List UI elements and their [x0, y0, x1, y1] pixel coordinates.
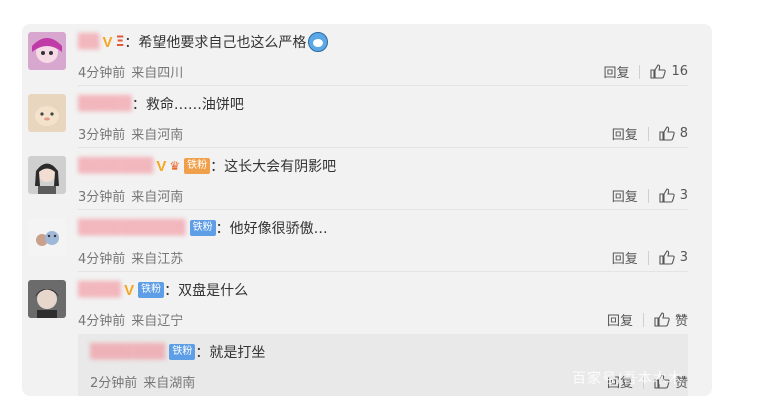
divider — [647, 250, 649, 265]
comment-time: 3分钟前 — [78, 190, 126, 205]
like-count: 16 — [671, 64, 688, 79]
thumbs-up-icon — [650, 64, 667, 79]
reply-location: 来自湖南 — [143, 376, 196, 391]
comment-header: ▒▒▒▒ V 铁粉 ：双盘是什么 — [78, 280, 248, 300]
thumbs-up-icon — [659, 126, 675, 141]
username[interactable]: ▒▒▒▒▒ — [78, 96, 132, 112]
like-button[interactable]: 16 — [650, 64, 688, 79]
comment-header: ▒▒▒▒▒▒▒ V ♛ 铁粉 ：这长大会有阴影吧 — [78, 156, 336, 176]
username[interactable]: ▒▒▒▒▒▒▒ — [90, 344, 165, 360]
level-badge-icon: Ξ — [115, 34, 125, 50]
watermark: 百家号/吾本木木 — [572, 371, 683, 387]
username[interactable]: ▒▒▒▒▒▒▒ — [78, 158, 153, 174]
fan-badge: 铁粉 — [189, 220, 216, 236]
comment-text: ：这长大会有阴影吧 — [210, 159, 337, 175]
like-count: 赞 — [674, 314, 688, 329]
comment-location: 来自河南 — [131, 190, 184, 205]
comment-location: 来自辽宁 — [131, 314, 184, 329]
like-count: 3 — [679, 188, 688, 203]
comment-location: 来自河南 — [131, 128, 184, 143]
avatar[interactable] — [28, 94, 66, 132]
comment-location: 来自江苏 — [131, 252, 184, 267]
divider — [639, 64, 641, 79]
comment-actions: 回复 赞 — [607, 310, 688, 329]
reply-header: ▒▒▒▒▒▒▒ 铁粉 ：就是打坐 — [90, 342, 265, 362]
comment-time: 4分钟前 — [78, 66, 126, 81]
avatar[interactable] — [28, 156, 66, 194]
comment-row: ▒▒ V Ξ ：希望他要求自己也这么严格 4分钟前 来自四川 回复 16 — [22, 24, 712, 86]
comment-meta: 4分钟前 来自江苏 — [78, 248, 183, 267]
comment-meta: 4分钟前 来自辽宁 — [78, 310, 183, 329]
comment-text: ：双盘是什么 — [164, 283, 249, 299]
divider — [647, 188, 649, 203]
vip-badge-icon: V — [156, 157, 167, 175]
username[interactable]: ▒▒ — [78, 34, 100, 50]
thumbs-up-icon — [659, 250, 675, 265]
like-button[interactable]: 3 — [659, 188, 688, 203]
comment-actions: 回复 16 — [603, 62, 688, 81]
reply-button[interactable]: 回复 — [603, 62, 629, 81]
comment-header: ▒▒▒▒▒▒▒▒▒▒ 铁粉 ：他好像很骄傲… — [78, 218, 328, 238]
fan-badge: 铁粉 — [184, 158, 211, 174]
crown-badge-icon: ♛ — [169, 159, 181, 173]
comment-actions: 回复 3 — [612, 186, 688, 205]
comment-text: ：他好像很骄傲… — [215, 221, 328, 237]
comment-actions: 回复 3 — [612, 248, 688, 267]
vip-badge-icon: V — [102, 33, 113, 51]
comment-location: 来自四川 — [131, 66, 184, 81]
comment-time: 4分钟前 — [78, 314, 126, 329]
comment-meta: 4分钟前 来自四川 — [78, 62, 183, 81]
comment-row: ▒▒▒▒▒▒▒ V ♛ 铁粉 ：这长大会有阴影吧 3分钟前 来自河南 回复 3 — [22, 148, 712, 210]
divider — [647, 126, 649, 141]
avatar[interactable] — [28, 280, 66, 318]
comment-actions: 回复 8 — [612, 124, 688, 143]
thumbs-up-icon — [654, 312, 670, 327]
comment-row: ▒▒▒▒▒▒▒▒▒▒ 铁粉 ：他好像很骄傲… 4分钟前 来自江苏 回复 3 — [22, 210, 712, 272]
reply-time: 2分钟前 — [90, 376, 138, 391]
reply-button[interactable]: 回复 — [607, 310, 633, 329]
like-button[interactable]: 3 — [659, 250, 688, 265]
divider — [642, 312, 644, 327]
comment-panel: ▒▒ V Ξ ：希望他要求自己也这么严格 4分钟前 来自四川 回复 16 ▒▒▒▒… — [22, 24, 712, 396]
username[interactable]: ▒▒▒▒ — [78, 282, 121, 298]
reply-button[interactable]: 回复 — [612, 248, 638, 267]
like-button[interactable]: 8 — [659, 126, 688, 141]
fan-badge: 铁粉 — [138, 282, 165, 298]
comment-time: 4分钟前 — [78, 252, 126, 267]
like-button[interactable]: 赞 — [654, 310, 688, 329]
comment-row: ▒▒▒▒▒ ：救命……油饼吧 3分钟前 来自河南 回复 8 — [22, 86, 712, 148]
comment-row: ▒▒▒▒ V 铁粉 ：双盘是什么 4分钟前 来自辽宁 回复 赞 — [22, 272, 712, 334]
comment-meta: 3分钟前 来自河南 — [78, 124, 183, 143]
comment-header: ▒▒ V Ξ ：希望他要求自己也这么严格 — [78, 32, 329, 52]
comment-header: ▒▒▒▒▒ ：救命……油饼吧 — [78, 94, 244, 114]
comment-time: 3分钟前 — [78, 128, 126, 143]
doraemon-emoji-icon — [308, 32, 329, 52]
thumbs-up-icon — [659, 188, 675, 203]
like-count: 8 — [679, 126, 688, 141]
comment-text: ：救命……油饼吧 — [131, 97, 244, 113]
avatar[interactable] — [28, 32, 66, 70]
fan-badge: 铁粉 — [169, 344, 196, 360]
reply-button[interactable]: 回复 — [612, 186, 638, 205]
like-count: 3 — [679, 250, 688, 265]
vip-badge-icon: V — [124, 281, 135, 299]
comment-meta: 3分钟前 来自河南 — [78, 186, 183, 205]
avatar[interactable] — [28, 218, 66, 256]
username[interactable]: ▒▒▒▒▒▒▒▒▒▒ — [78, 220, 186, 236]
reply-button[interactable]: 回复 — [612, 124, 638, 143]
reply-meta: 2分钟前 来自湖南 — [90, 372, 195, 391]
comment-text: ：希望他要求自己也这么严格 — [124, 35, 307, 51]
reply-text: ：就是打坐 — [195, 345, 266, 361]
